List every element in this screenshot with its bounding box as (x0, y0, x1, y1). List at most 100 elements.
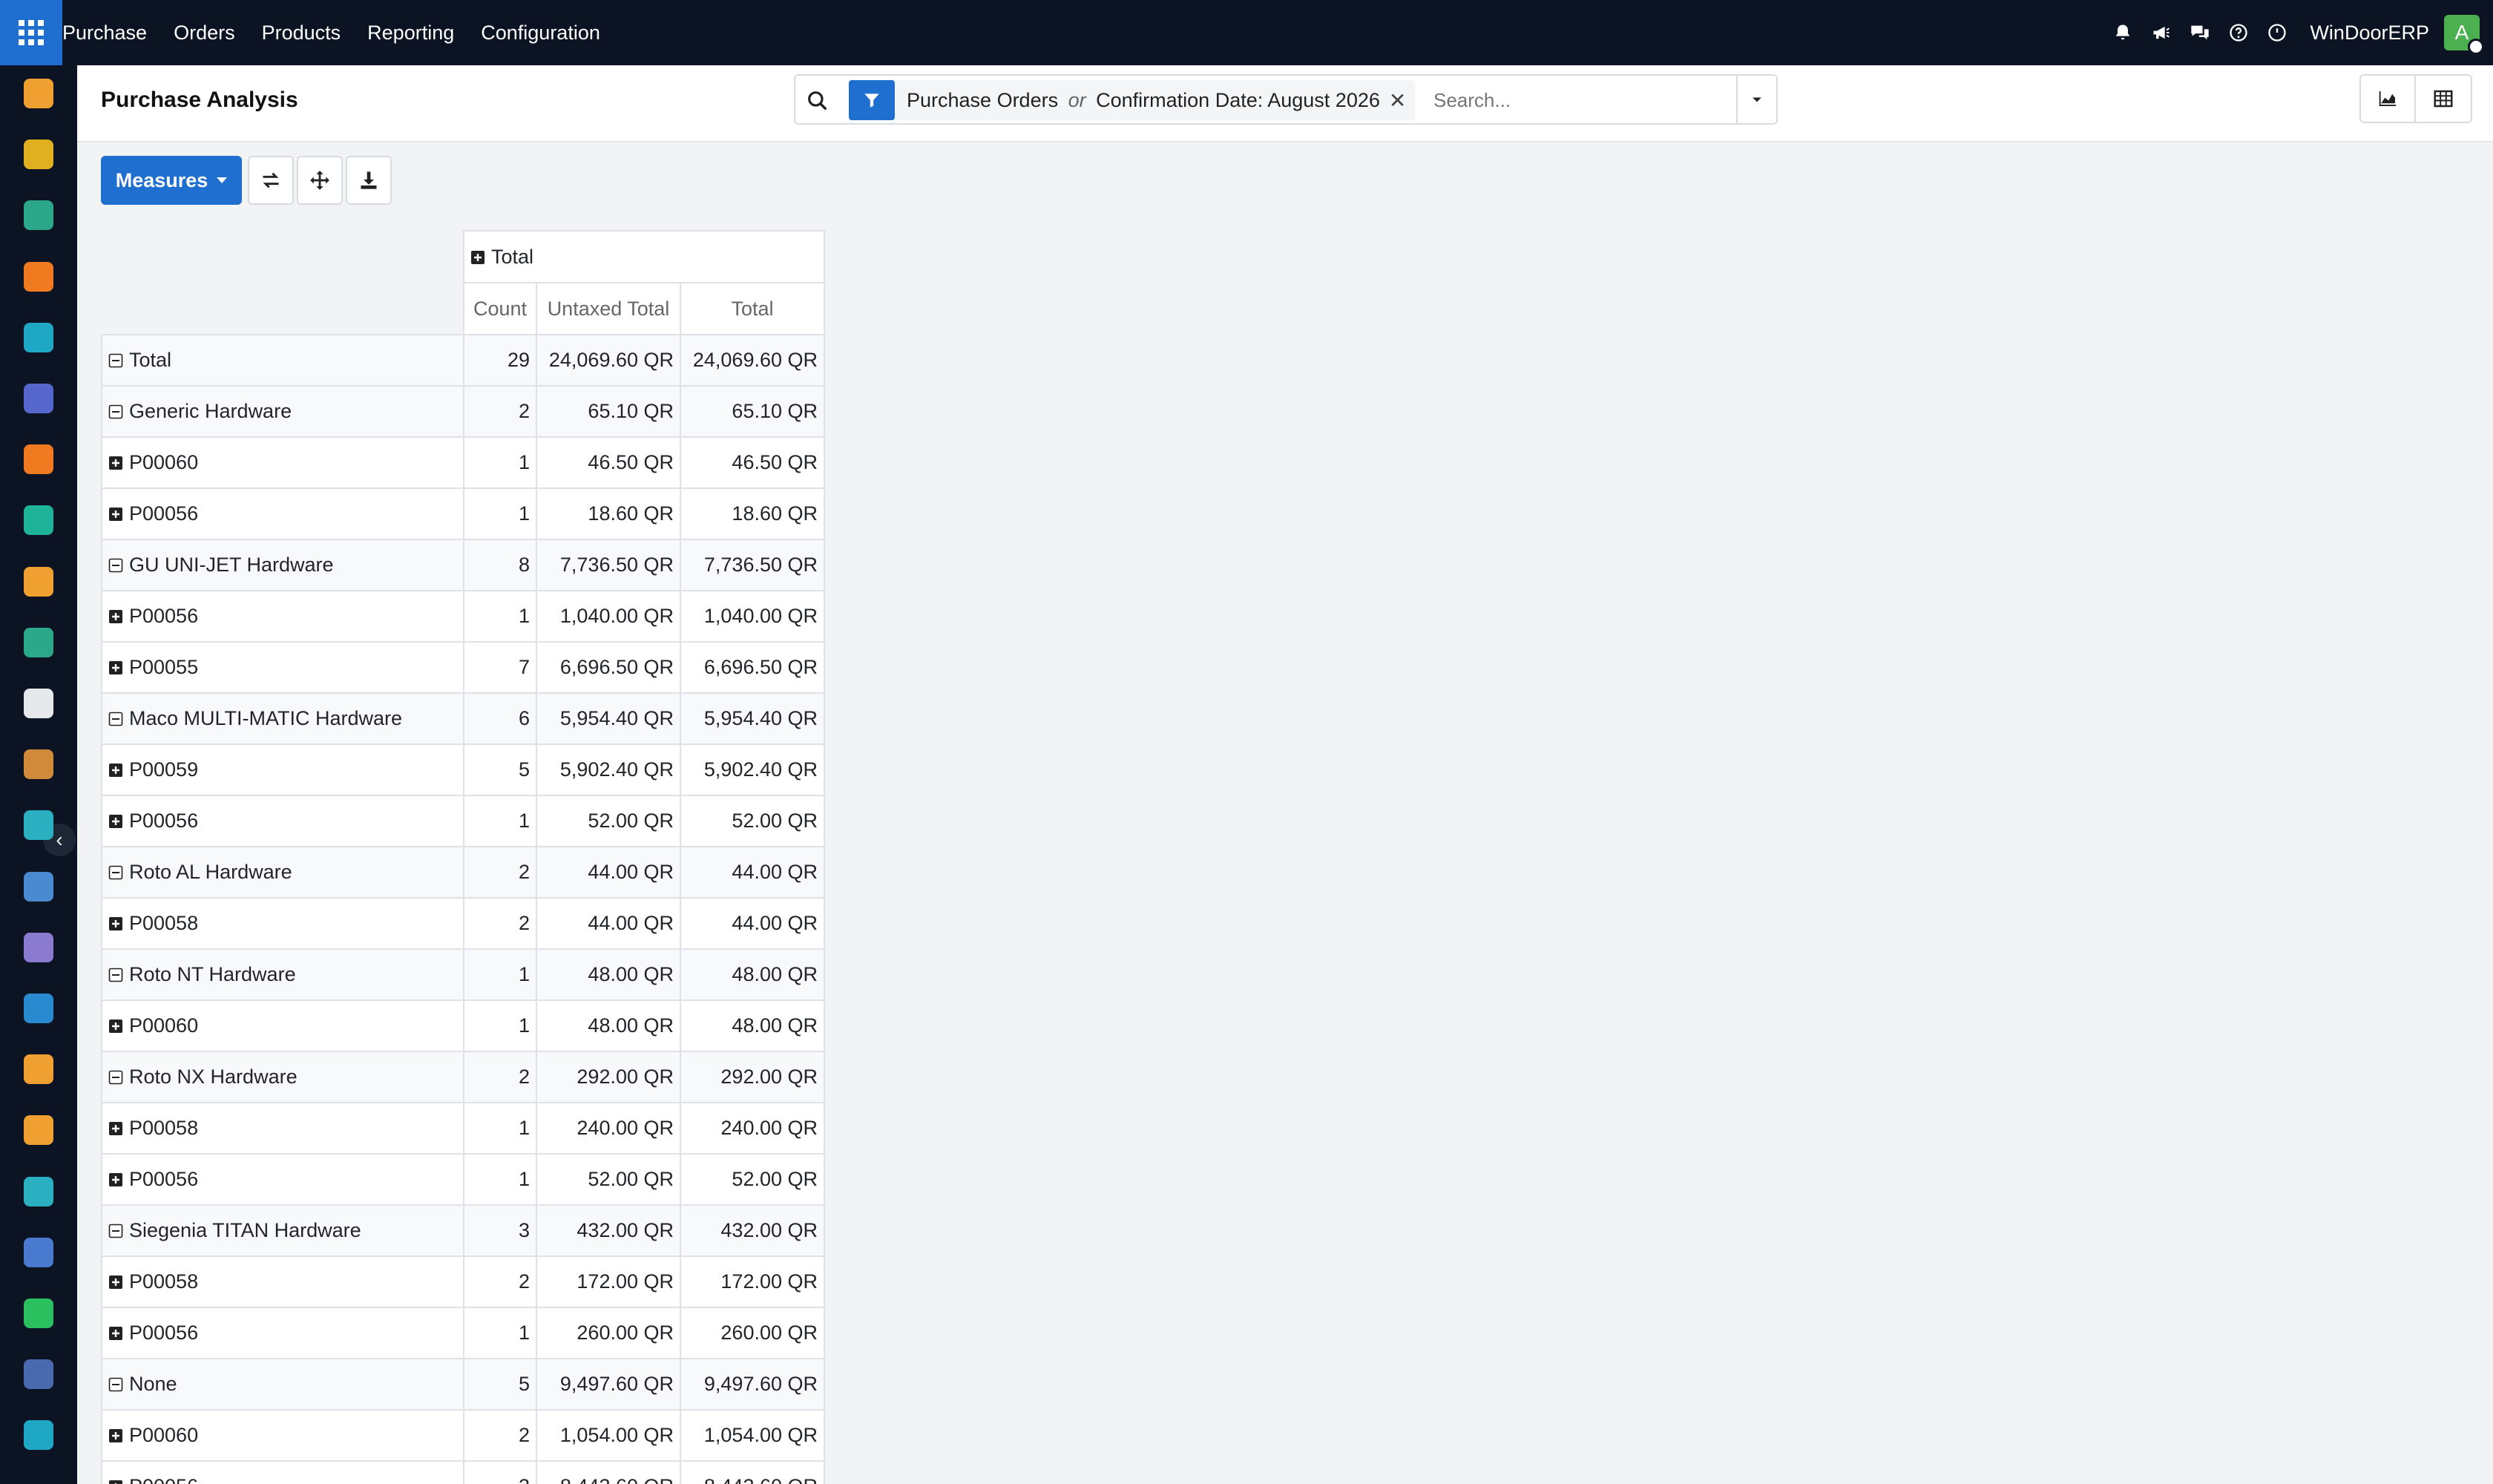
cell-untaxed-total[interactable]: 260.00 QR (536, 1307, 681, 1359)
cell-total[interactable]: 52.00 QR (680, 795, 825, 847)
row-header[interactable]: P00056 (101, 1153, 464, 1206)
timer-app-icon[interactable] (24, 1359, 53, 1390)
cell-untaxed-total[interactable]: 1,054.00 QR (536, 1409, 681, 1462)
cell-total[interactable]: 52.00 QR (680, 1153, 825, 1206)
download-xlsx-button[interactable] (346, 156, 392, 205)
cell-count[interactable]: 8 (463, 539, 537, 591)
menu-item-configuration[interactable]: Configuration (467, 0, 614, 65)
row-header[interactable]: P00056 (101, 1460, 464, 1484)
cell-total[interactable]: 48.00 QR (680, 999, 825, 1052)
cell-total[interactable]: 1,040.00 QR (680, 590, 825, 643)
menu-item-products[interactable]: Products (249, 0, 355, 65)
sales-app-icon[interactable] (24, 79, 53, 108)
row-header[interactable]: P00055 (101, 641, 464, 694)
cell-untaxed-total[interactable]: 24,069.60 QR (536, 334, 681, 387)
menu-item-orders[interactable]: Orders (160, 0, 249, 65)
documents-app-icon[interactable] (24, 139, 53, 170)
cell-untaxed-total[interactable]: 292.00 QR (536, 1051, 681, 1103)
row-header[interactable]: P00058 (101, 1255, 464, 1308)
cell-total[interactable]: 44.00 QR (680, 846, 825, 899)
cell-untaxed-total[interactable]: 5,954.40 QR (536, 692, 681, 745)
row-header[interactable]: Roto NX Hardware (101, 1051, 464, 1103)
help-icon[interactable] (2219, 0, 2258, 65)
cell-count[interactable]: 1 (463, 795, 537, 847)
app-switcher-button[interactable] (0, 0, 62, 65)
measure-header-total[interactable]: Total (680, 282, 825, 335)
row-header[interactable]: P00058 (101, 897, 464, 950)
search-icon[interactable] (806, 89, 830, 113)
cell-untaxed-total[interactable]: 52.00 QR (536, 795, 681, 847)
cell-total[interactable]: 8,443.60 QR (680, 1460, 825, 1484)
cell-untaxed-total[interactable]: 65.10 QR (536, 385, 681, 438)
graph-view-button[interactable] (2359, 74, 2416, 123)
row-header[interactable]: Total (101, 334, 464, 387)
knowledge-app-icon[interactable] (24, 871, 53, 902)
row-header[interactable]: P00058 (101, 1102, 464, 1155)
megaphone-icon[interactable] (2142, 0, 2181, 65)
cell-count[interactable]: 6 (463, 692, 537, 745)
cell-total[interactable]: 432.00 QR (680, 1204, 825, 1257)
measure-header-count[interactable]: Count (463, 282, 537, 335)
clock-icon[interactable] (2258, 0, 2296, 65)
website-builder-app-icon[interactable] (24, 1420, 53, 1451)
row-header[interactable]: P00056 (101, 795, 464, 847)
cell-untaxed-total[interactable]: 46.50 QR (536, 436, 681, 489)
discuss-app-icon[interactable] (24, 261, 53, 292)
chat-bubbles-icon[interactable] (2181, 0, 2219, 65)
cell-count[interactable]: 2 (463, 1409, 537, 1462)
cell-count[interactable]: 2 (463, 385, 537, 438)
row-header[interactable]: P00056 (101, 487, 464, 540)
row-header[interactable]: Generic Hardware (101, 385, 464, 438)
cell-untaxed-total[interactable]: 240.00 QR (536, 1102, 681, 1155)
measure-header-untaxed-total[interactable]: Untaxed Total (536, 282, 681, 335)
whatsapp-app-icon[interactable] (24, 1298, 53, 1328)
chat-app-icon[interactable] (24, 444, 53, 475)
row-header[interactable]: P00060 (101, 999, 464, 1052)
row-header[interactable]: P00060 (101, 436, 464, 489)
row-header[interactable]: P00060 (101, 1409, 464, 1462)
cell-count[interactable]: 1 (463, 1102, 537, 1155)
cell-count[interactable]: 2 (463, 1255, 537, 1308)
row-header[interactable]: Roto AL Hardware (101, 846, 464, 899)
cell-untaxed-total[interactable]: 44.00 QR (536, 846, 681, 899)
cell-count[interactable]: 29 (463, 334, 537, 387)
cell-total[interactable]: 240.00 QR (680, 1102, 825, 1155)
search-options-toggle[interactable] (1736, 76, 1776, 123)
members-app-icon[interactable] (24, 1054, 53, 1085)
user-avatar[interactable]: A (2444, 15, 2484, 55)
remove-facet-icon[interactable]: ✕ (1389, 88, 1415, 113)
bell-icon[interactable] (2103, 0, 2142, 65)
cell-untaxed-total[interactable]: 6,696.50 QR (536, 641, 681, 694)
flip-axis-button[interactable] (248, 156, 294, 205)
cell-total[interactable]: 7,736.50 QR (680, 539, 825, 591)
manufacturing-app-icon[interactable] (24, 932, 53, 962)
cell-count[interactable]: 1 (463, 436, 537, 489)
measures-dropdown-button[interactable]: Measures (101, 156, 242, 205)
cell-untaxed-total[interactable]: 52.00 QR (536, 1153, 681, 1206)
cell-count[interactable]: 1 (463, 1307, 537, 1359)
cell-untaxed-total[interactable]: 18.60 QR (536, 487, 681, 540)
cell-count[interactable]: 1 (463, 1153, 537, 1206)
menu-item-purchase[interactable]: Purchase (62, 0, 160, 65)
cell-untaxed-total[interactable]: 172.00 QR (536, 1255, 681, 1308)
company-name[interactable]: WinDoorERP (2310, 22, 2429, 45)
sign-app-icon[interactable] (24, 1176, 53, 1206)
cell-untaxed-total[interactable]: 5,902.40 QR (536, 743, 681, 796)
cell-untaxed-total[interactable]: 44.00 QR (536, 897, 681, 950)
cell-untaxed-total[interactable]: 9,497.60 QR (536, 1358, 681, 1411)
cell-count[interactable]: 5 (463, 1358, 537, 1411)
inventory-app-icon[interactable] (24, 505, 53, 536)
pivot-view-button[interactable] (2416, 74, 2472, 123)
cell-untaxed-total[interactable]: 48.00 QR (536, 948, 681, 1001)
row-header[interactable]: P00056 (101, 1307, 464, 1359)
cell-untaxed-total[interactable]: 48.00 QR (536, 999, 681, 1052)
cell-total[interactable]: 6,696.50 QR (680, 641, 825, 694)
contacts-app-icon[interactable] (24, 200, 53, 231)
cell-count[interactable]: 7 (463, 641, 537, 694)
cell-total[interactable]: 5,902.40 QR (680, 743, 825, 796)
cell-count[interactable]: 3 (463, 1460, 537, 1484)
cell-total[interactable]: 18.60 QR (680, 487, 825, 540)
row-header[interactable]: GU UNI-JET Hardware (101, 539, 464, 591)
employees-app-icon[interactable] (24, 627, 53, 657)
purchase-app-icon[interactable] (24, 749, 53, 780)
